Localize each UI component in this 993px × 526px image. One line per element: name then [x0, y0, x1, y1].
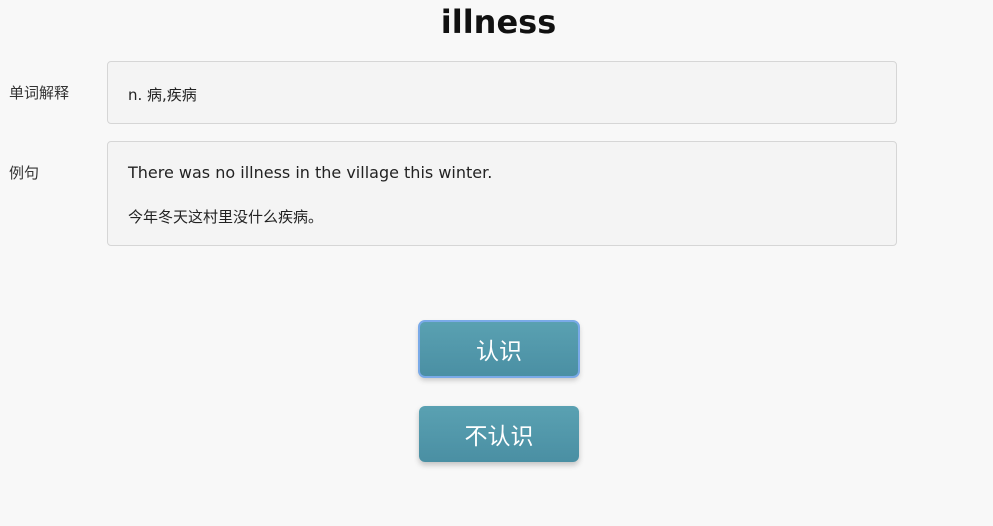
- know-button[interactable]: 认识: [418, 320, 580, 378]
- definition-label: 单词解释: [9, 84, 70, 102]
- example-box: There was no illness in the village this…: [107, 141, 897, 246]
- unknown-button[interactable]: 不认识: [419, 406, 579, 462]
- example-label: 例句: [9, 164, 40, 182]
- example-sentence-zh: 今年冬天这村里没什么疾病。: [128, 208, 324, 226]
- word-title: illness: [440, 3, 557, 41]
- example-sentence-en: There was no illness in the village this…: [128, 163, 493, 182]
- definition-text: n. 病,疾病: [128, 86, 197, 104]
- definition-box: n. 病,疾病: [107, 61, 897, 124]
